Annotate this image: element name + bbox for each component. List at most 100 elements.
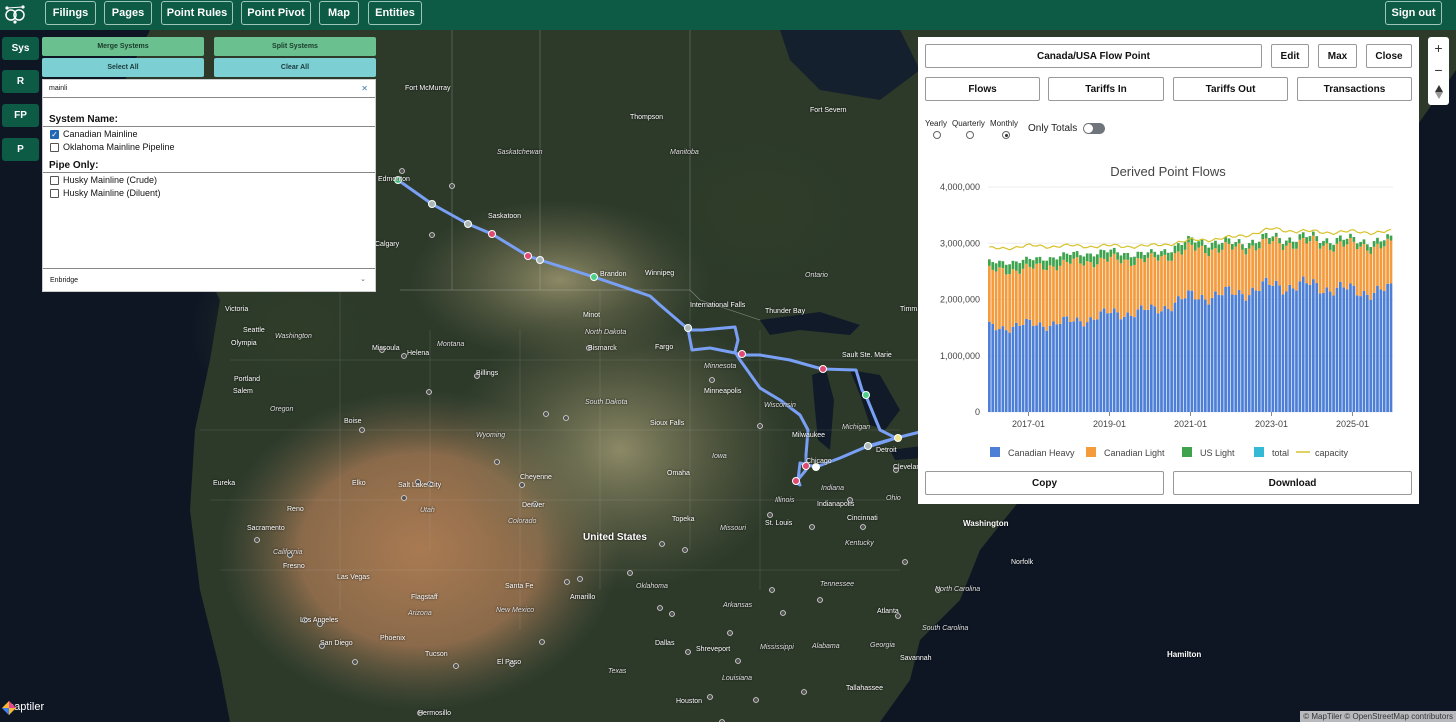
tab-flows[interactable]: Flows [925,77,1040,101]
bar-us-light [1001,261,1005,269]
close-button[interactable]: Close [1366,44,1412,68]
bar-canadian-heavy [1247,295,1251,412]
period-yearly-label: Yearly [925,119,947,128]
bar-canadian-light [1335,243,1339,288]
map-label: Omaha [667,470,690,477]
bar-canadian-light [1264,238,1268,278]
nav-filings-button[interactable]: Filings [45,1,96,25]
bar-canadian-heavy [1355,295,1359,412]
map-label: Savannah [900,655,932,662]
nav-point-pivot-button[interactable]: Point Pivot [241,1,311,25]
radio-yearly[interactable] [933,131,941,139]
edit-button[interactable]: Edit [1271,44,1309,68]
flow-point-title-button[interactable]: Canada/USA Flow Point [925,44,1262,68]
bar-us-light [1254,243,1258,251]
map-label: Oklahoma [636,583,668,590]
clear-all-button[interactable]: Clear All [214,58,376,77]
map-label: Denver [522,502,545,509]
max-button[interactable]: Max [1318,44,1357,68]
bar-canadian-heavy [1062,316,1065,412]
bar-canadian-heavy [1143,309,1146,412]
bar-us-light [1004,264,1008,275]
p-button[interactable]: P [2,138,39,161]
map-label: Norfolk [1011,559,1034,566]
sys-button[interactable]: Sys [2,37,39,60]
bar-us-light [1166,252,1170,261]
bar-us-light [1106,252,1109,262]
option-label: Husky Mainline (Crude) [63,175,158,185]
map-label: Chicago [806,458,832,465]
bar-canadian-light [1021,268,1025,325]
option-oklahoma-mainline[interactable]: Oklahoma Mainline Pipeline [50,142,175,152]
bar-canadian-light [1109,256,1113,313]
option-husky-diluent[interactable]: Husky Mainline (Diluent) [50,188,161,198]
map-label: Shreveport [696,646,731,653]
bar-canadian-heavy [1298,281,1302,412]
top-nav-bar: Filings Pages Point Rules Point Pivot Ma… [0,0,1456,30]
merge-systems-button[interactable]: Merge Systems [42,37,204,56]
bar-canadian-light [1075,257,1079,318]
select-all-button[interactable]: Select All [42,58,204,77]
clear-search-icon[interactable]: ✕ [361,84,368,93]
bar-canadian-light [1156,260,1160,314]
split-systems-button[interactable]: Split Systems [214,37,376,56]
bar-canadian-heavy [1112,308,1116,412]
tab-tariffs-out[interactable]: Tariffs Out [1173,77,1288,101]
bar-us-light [1062,252,1065,260]
map-label: Tennessee [820,581,854,588]
bar-canadian-heavy [1349,283,1352,412]
bar-us-light [1376,237,1379,244]
checkbox-icon[interactable] [50,142,59,152]
nav-pages-button[interactable]: Pages [104,1,152,25]
map-label: Indianapolis [817,501,855,508]
bar-canadian-heavy [1258,290,1261,412]
bar-us-light [1366,244,1369,251]
compass-icon[interactable] [1428,81,1449,103]
bar-canadian-heavy [1015,322,1018,412]
tab-tariffs-in[interactable]: Tariffs In [1048,77,1164,101]
bar-canadian-light [1045,270,1049,331]
map-label: Bismarck [588,345,617,352]
only-totals-toggle[interactable] [1083,123,1105,134]
bar-us-light [1045,260,1049,271]
option-husky-crude[interactable]: Husky Mainline (Crude) [50,175,157,185]
checkbox-icon[interactable] [50,188,59,198]
bar-us-light [1217,244,1221,253]
map-label: Atlanta [877,608,899,615]
fp-button[interactable]: FP [2,104,39,127]
map-label: International Falls [690,302,746,309]
company-select[interactable]: Enbridge ⌄ [43,268,375,292]
copy-button[interactable]: Copy [925,471,1164,495]
map-attribution[interactable]: © MapTiler © OpenStreetMap contributors [1300,711,1456,722]
bar-us-light [1379,241,1383,249]
bar-canadian-heavy [1139,305,1143,412]
radio-monthly[interactable] [1002,131,1010,139]
maptiler-diamond-icon [2,701,16,715]
bar-canadian-light [1207,256,1211,305]
network-logo-icon[interactable] [3,3,27,25]
checkbox-checked-icon[interactable]: ✓ [50,129,59,139]
download-button[interactable]: Download [1173,471,1412,495]
zoom-in-icon[interactable]: + [1428,37,1449,59]
nav-map-button[interactable]: Map [319,1,359,25]
map-label: Edmonton [378,176,410,183]
sign-out-button[interactable]: Sign out [1385,1,1442,25]
r-button[interactable]: R [2,70,39,93]
bar-us-light [1204,244,1207,254]
nav-point-rules-button[interactable]: Point Rules [161,1,233,25]
zoom-out-icon[interactable]: − [1428,59,1449,81]
system-search-input[interactable]: mainli ✕ [43,80,375,98]
checkbox-icon[interactable] [50,175,59,185]
bar-us-light [1096,254,1099,265]
bar-canadian-light [1001,268,1005,327]
bar-us-light [1180,244,1184,255]
nav-entities-button[interactable]: Entities [368,1,422,25]
radio-quarterly[interactable] [966,131,974,139]
bar-us-light [1042,260,1045,270]
bar-canadian-light [1237,243,1241,290]
tab-transactions[interactable]: Transactions [1297,77,1412,101]
maptiler-logo[interactable]: maptiler [2,701,44,715]
bar-canadian-heavy [1312,279,1315,412]
period-monthly-label: Monthly [990,119,1019,128]
option-canadian-mainline[interactable]: ✓ Canadian Mainline [50,129,138,139]
